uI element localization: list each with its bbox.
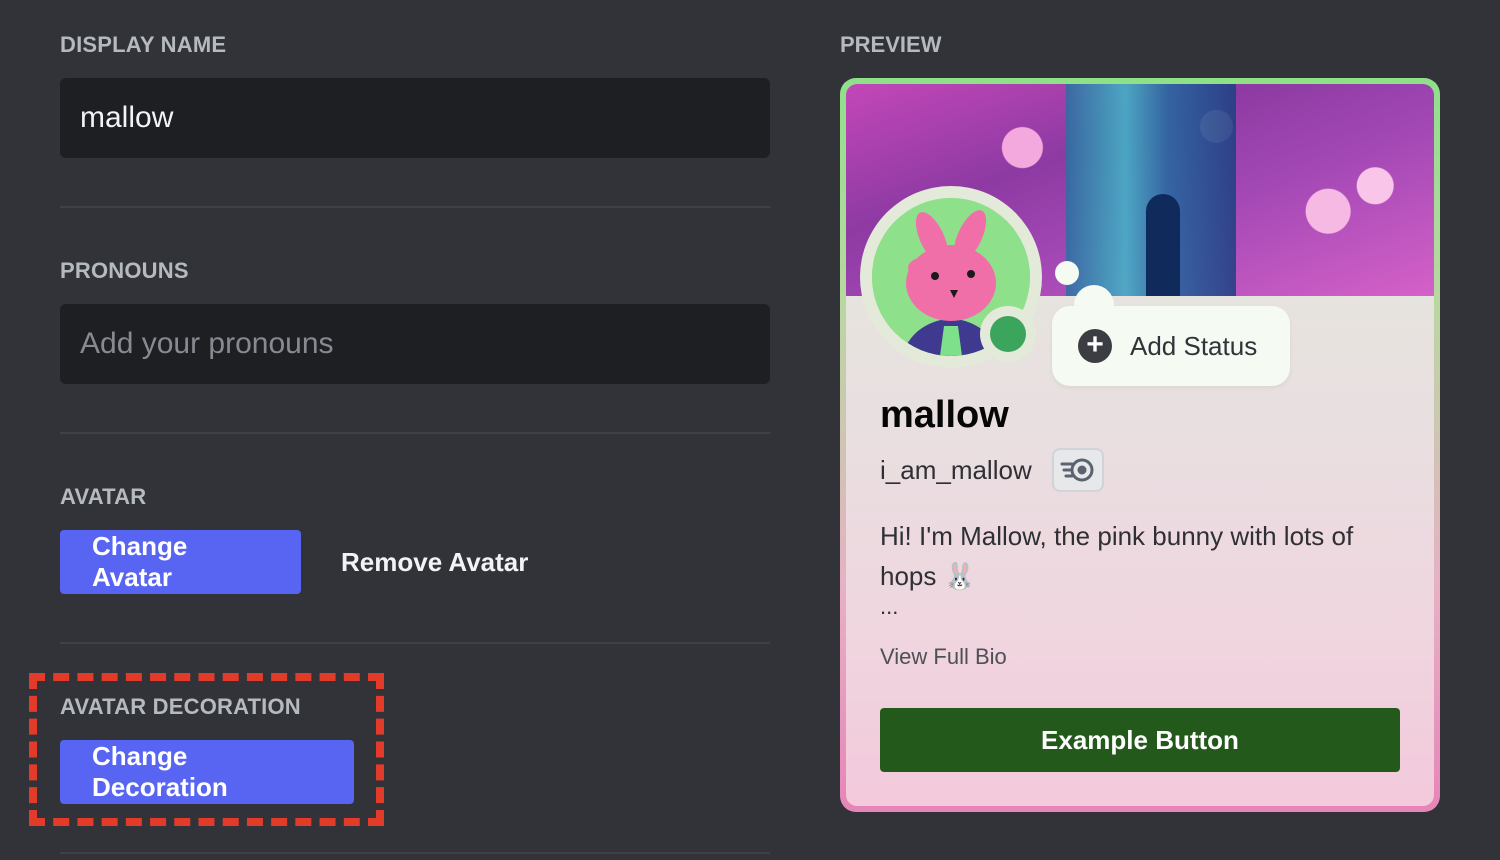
- preview-bio: Hi! I'm Mallow, the pink bunny with lots…: [880, 521, 1354, 591]
- nitro-icon[interactable]: [1051, 448, 1104, 492]
- preview-display-name: mallow: [880, 394, 1009, 436]
- display-name-label: DISPLAY NAME: [60, 32, 227, 57]
- divider: [60, 642, 770, 644]
- divider: [60, 852, 770, 854]
- view-full-bio-link[interactable]: View Full Bio: [880, 644, 1007, 670]
- display-name-input[interactable]: mallow: [60, 78, 770, 158]
- bio-ellipsis: ...: [880, 594, 899, 619]
- example-button[interactable]: Example Button: [880, 708, 1400, 772]
- add-status-label: Add Status: [1130, 330, 1258, 361]
- pronouns-input[interactable]: Add your pronouns: [60, 304, 770, 384]
- change-avatar-button[interactable]: Change Avatar: [60, 530, 301, 594]
- online-status-icon: [990, 316, 1026, 352]
- plus-icon: +: [1078, 329, 1112, 363]
- profile-preview-card: + Add Status mallow i_am_mallow Hi! I'm …: [840, 78, 1440, 812]
- nitro-badge-icon: [1060, 458, 1094, 482]
- preview-label: PREVIEW: [840, 32, 942, 57]
- username-row: i_am_mallow: [880, 448, 1104, 492]
- avatar-label: AVATAR: [60, 484, 147, 509]
- banner-tower-window: [1146, 194, 1180, 296]
- divider: [60, 432, 770, 434]
- divider: [60, 206, 770, 208]
- profile-preview-body: + Add Status mallow i_am_mallow Hi! I'm …: [846, 84, 1434, 806]
- thought-bubble-small: [1055, 261, 1079, 285]
- highlight-annotation: [29, 673, 384, 826]
- add-status-button[interactable]: + Add Status: [1052, 306, 1290, 386]
- remove-avatar-button[interactable]: Remove Avatar: [341, 530, 528, 594]
- pronouns-label: PRONOUNS: [60, 258, 189, 283]
- preview-username: i_am_mallow: [880, 454, 1032, 485]
